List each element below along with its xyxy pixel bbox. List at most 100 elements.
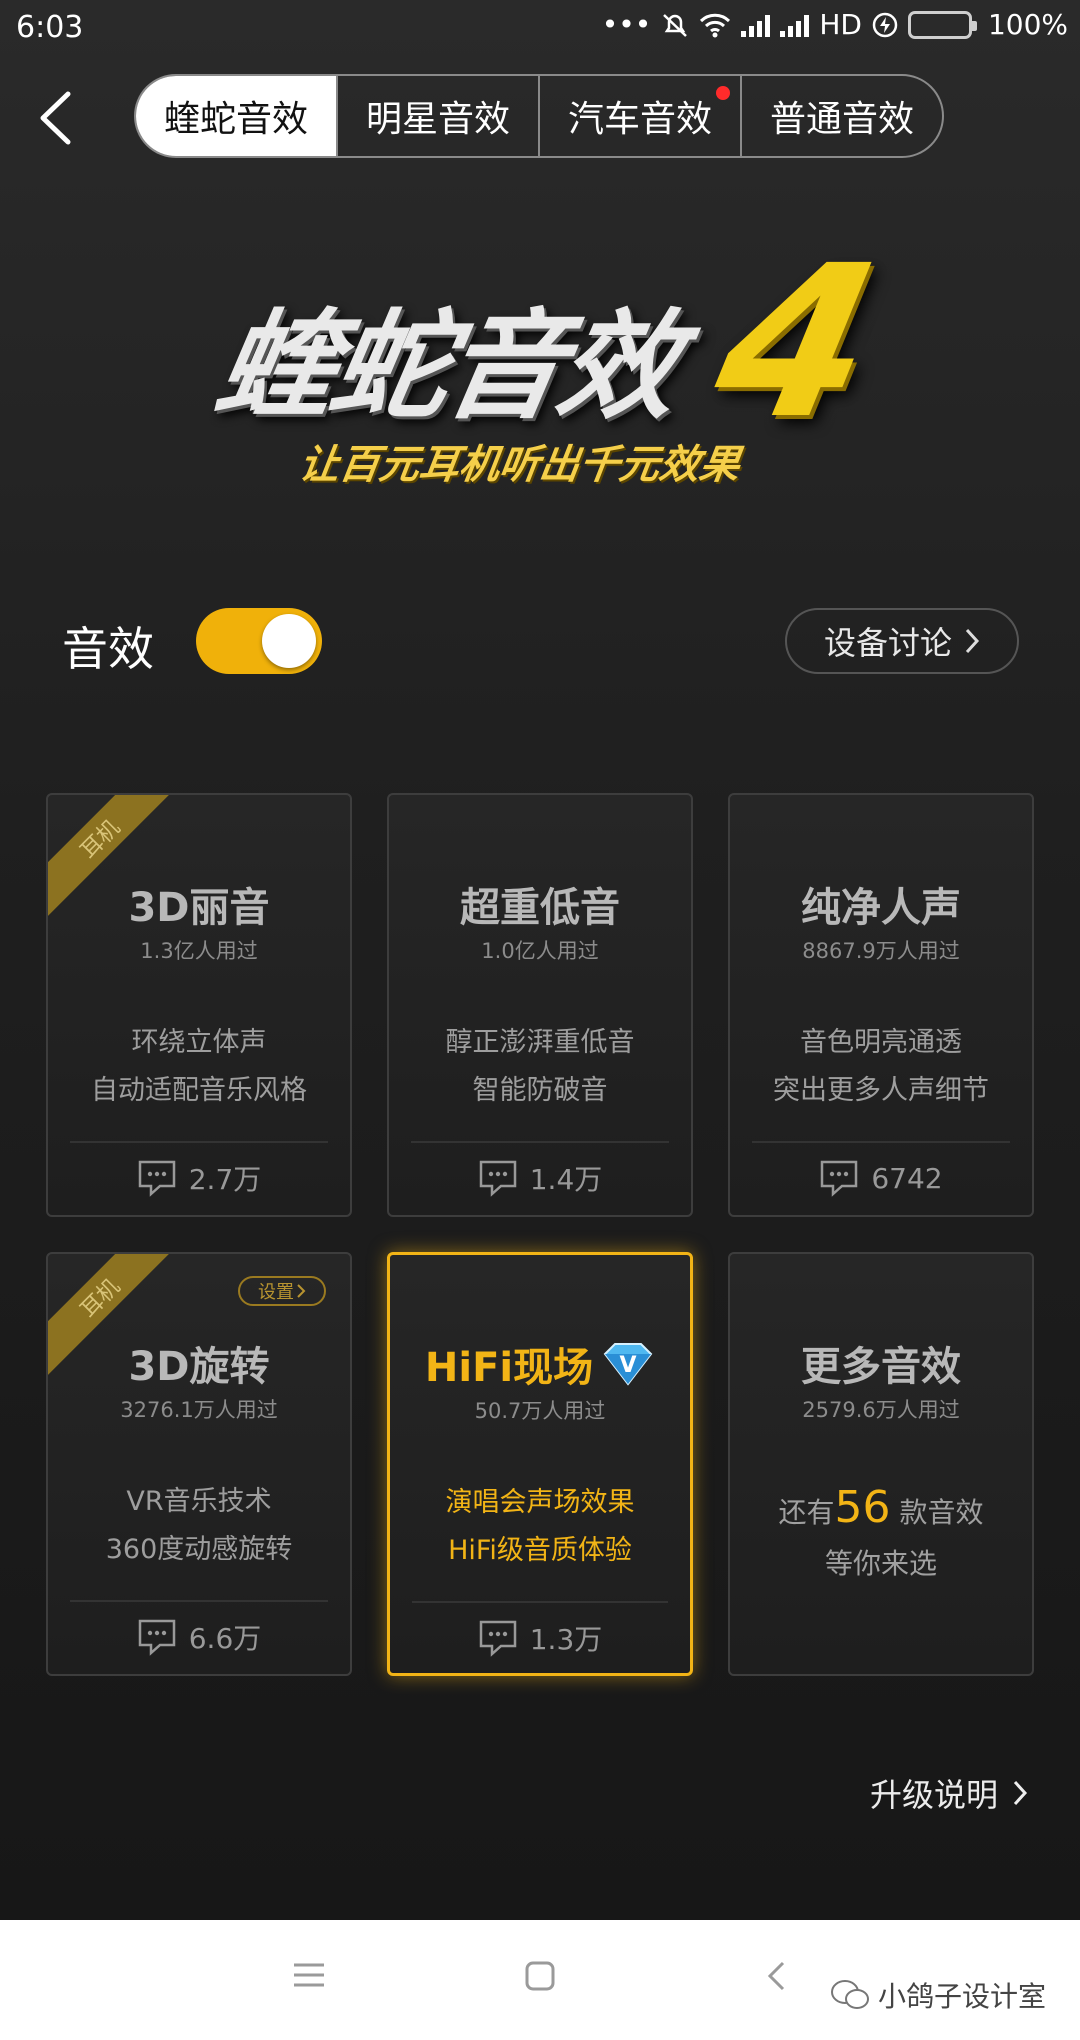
- hero-banner: 4 蝰蛇音效 让百元耳机听出千元效果: [200, 210, 896, 500]
- card-divider: [411, 1141, 669, 1143]
- tab-star-effect[interactable]: 明星音效: [336, 76, 538, 156]
- desc-line-1: 醇正澎湃重低音: [445, 1027, 635, 1058]
- desc-line-2: HiFi级音质体验: [448, 1535, 632, 1566]
- more-prefix: 还有: [778, 1496, 835, 1529]
- chevron-right-icon: [297, 1284, 306, 1298]
- effect-users: 8867.9万人用过: [802, 939, 960, 963]
- settings-label: 设置: [258, 1282, 294, 1303]
- comments-button[interactable]: 6.6万: [48, 1612, 350, 1662]
- effect-card-3d-rotate[interactable]: 耳机 设置 3D旋转 3276.1万人用过 VR音乐技术 360度动感旋转 6.…: [46, 1252, 352, 1676]
- card-divider: [70, 1600, 328, 1602]
- effect-users: 1.3亿人用过: [140, 939, 258, 963]
- effect-description: 环绕立体声 自动适配音乐风格: [48, 1019, 350, 1115]
- effect-card-super-bass[interactable]: 超重低音 1.0亿人用过 醇正澎湃重低音 智能防破音 1.4万: [387, 793, 693, 1217]
- comment-count: 1.3万: [529, 1623, 603, 1656]
- hero-title: 蝰蛇音效: [205, 297, 687, 435]
- effect-name-text: HiFi现场: [424, 1345, 594, 1391]
- card-divider: [752, 1141, 1010, 1143]
- comment-icon: [138, 1160, 175, 1197]
- effect-name: 纯净人声: [801, 885, 961, 931]
- comments-button[interactable]: 1.3万: [390, 1613, 690, 1663]
- sound-effect-toggle[interactable]: [196, 608, 322, 674]
- comments-button[interactable]: 2.7万: [48, 1153, 350, 1203]
- effect-description: VR音乐技术 360度动感旋转: [48, 1478, 350, 1574]
- mute-bell-icon: [663, 13, 688, 37]
- more-effects-count: 还有56 款音效: [730, 1482, 1032, 1533]
- tab-label: 汽车音效: [567, 99, 712, 140]
- back-button[interactable]: [30, 88, 80, 148]
- device-discussion-label: 设备讨论: [823, 624, 952, 662]
- effect-card-hifi-live[interactable]: HiFi现场 V 50.7万人用过 演唱会声场效果 HiFi级音质体验 1.3万: [387, 1252, 693, 1676]
- status-bar: 6:03 ••• HD 100%: [0, 0, 1080, 58]
- tab-label: 普通音效: [769, 99, 914, 140]
- effect-name: 超重低音: [460, 885, 620, 931]
- battery-icon: [907, 10, 977, 39]
- effect-name: 3D旋转: [128, 1344, 270, 1390]
- comment-icon: [821, 1160, 858, 1197]
- battery-percent: 100%: [987, 8, 1068, 41]
- sound-effect-label: 音效: [62, 622, 154, 676]
- desc-line-2: 突出更多人声细节: [773, 1075, 989, 1106]
- effect-users: 1.0亿人用过: [481, 939, 599, 963]
- comment-icon: [479, 1160, 516, 1197]
- nav-back-button[interactable]: [766, 1960, 786, 1996]
- desc-line-1: 环绕立体声: [131, 1027, 267, 1058]
- hero-subtitle: 让百元耳机听出千元效果: [296, 442, 743, 488]
- effect-name: 3D丽音: [128, 885, 270, 931]
- nav-home-button[interactable]: [524, 1960, 556, 1996]
- watermark-text: 小鸽子设计室: [878, 1980, 1047, 2013]
- wifi-icon: [700, 13, 731, 37]
- comments-button[interactable]: 6742: [730, 1153, 1032, 1203]
- effect-users: 3276.1万人用过: [120, 1398, 278, 1422]
- more-effects-sub: 等你来选: [824, 1547, 937, 1580]
- desc-line-2: 360度动感旋转: [105, 1534, 293, 1565]
- chevron-right-icon: [965, 628, 980, 654]
- hero-version: 4: [697, 220, 897, 465]
- status-icons: ••• HD 100%: [602, 8, 1068, 41]
- desc-line-2: 自动适配音乐风格: [91, 1075, 307, 1106]
- more-count: 56: [834, 1482, 891, 1533]
- tab-normal-effect[interactable]: 普通音效: [740, 76, 942, 156]
- svg-text:V: V: [620, 1353, 637, 1378]
- charging-icon: [872, 12, 898, 37]
- upgrade-notes-link[interactable]: 升级说明: [870, 1770, 1028, 1816]
- watermark: 小鸽子设计室: [830, 1975, 1046, 2015]
- effect-users: 50.7万人用过: [474, 1399, 606, 1423]
- effect-card-more-effects[interactable]: 更多音效 2579.6万人用过 还有56 款音效 等你来选: [728, 1252, 1034, 1676]
- desc-line-2: 智能防破音: [472, 1075, 608, 1106]
- effect-description: 演唱会声场效果 HiFi级音质体验: [390, 1479, 690, 1575]
- status-time: 6:03: [16, 10, 84, 45]
- home-square-icon: [525, 1961, 555, 1991]
- comment-count: 1.4万: [529, 1163, 603, 1196]
- comments-button[interactable]: 1.4万: [389, 1153, 691, 1203]
- effect-card-3d-sound[interactable]: 耳机 3D丽音 1.3亿人用过 环绕立体声 自动适配音乐风格 2.7万: [46, 793, 352, 1217]
- settings-button[interactable]: 设置: [238, 1276, 326, 1306]
- effect-card-pure-vocal[interactable]: 纯净人声 8867.9万人用过 音色明亮通透 突出更多人声细节 6742: [728, 793, 1034, 1217]
- effect-description: 音色明亮通透 突出更多人声细节: [730, 1019, 1032, 1115]
- tab-viper-effect[interactable]: 蝰蛇音效: [136, 76, 336, 156]
- menu-icon: [294, 1963, 324, 1987]
- nav-menu-button[interactable]: [292, 1960, 326, 1994]
- wechat-icon: [831, 1980, 869, 2009]
- desc-line-1: 音色明亮通透: [800, 1027, 962, 1058]
- effect-tabs: 蝰蛇音效 明星音效 汽车音效 普通音效: [134, 74, 944, 158]
- chevron-right-icon: [1013, 1780, 1028, 1806]
- toggle-knob: [262, 614, 316, 668]
- back-triangle-icon: [767, 1961, 785, 1991]
- effect-description: 醇正澎湃重低音 智能防破音: [389, 1019, 691, 1115]
- signal-icon-2: [780, 13, 810, 37]
- comment-count: 6742: [871, 1161, 943, 1195]
- device-discussion-button[interactable]: 设备讨论: [785, 608, 1019, 674]
- comment-icon: [479, 1620, 516, 1657]
- card-divider: [412, 1601, 668, 1603]
- effect-name: 更多音效: [801, 1344, 961, 1390]
- tab-label: 蝰蛇音效: [163, 99, 308, 140]
- card-divider: [70, 1141, 328, 1143]
- notification-dot: [716, 86, 730, 100]
- vip-diamond-icon: V: [603, 1343, 653, 1386]
- comment-count: 2.7万: [188, 1163, 262, 1196]
- more-suffix: 款音效: [899, 1496, 984, 1529]
- network-type: HD: [819, 8, 862, 41]
- desc-line-1: VR音乐技术: [126, 1486, 272, 1517]
- tab-car-effect[interactable]: 汽车音效: [538, 76, 740, 156]
